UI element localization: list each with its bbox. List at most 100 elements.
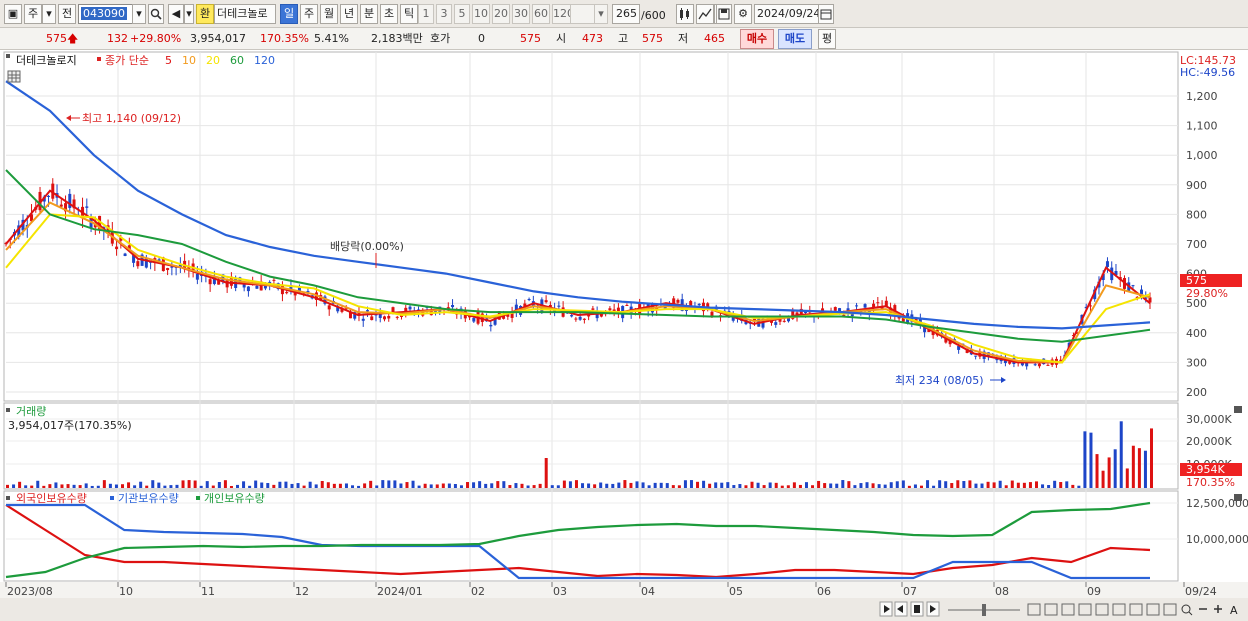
volume-bar: [696, 481, 700, 488]
interval-button-4[interactable]: 20: [492, 4, 510, 24]
x-axis-label: 03: [553, 585, 567, 598]
volume-bar: [750, 481, 754, 488]
ma-marker-icon: [97, 57, 101, 61]
individual-marker-icon: [196, 496, 200, 500]
period-button-4[interactable]: 분: [360, 4, 378, 24]
candle-body: [1037, 363, 1041, 367]
interval-button-6[interactable]: 60: [532, 4, 550, 24]
interval-button-3[interactable]: 10: [472, 4, 490, 24]
bottom-toolbar: [0, 598, 1248, 621]
x-axis-label: 09: [1087, 585, 1101, 598]
volume-bar: [732, 485, 736, 488]
candle-body: [272, 279, 276, 281]
holder-panel-frame: [3, 490, 1179, 582]
volume-bar: [1089, 432, 1093, 488]
candle-body: [365, 310, 369, 312]
stock-chart[interactable]: 1,2001,1001,000900800700600500400300200 …: [0, 50, 1248, 621]
volume-bar: [381, 480, 385, 488]
interval-button-2[interactable]: 5: [454, 4, 470, 24]
auto-scale-icon[interactable]: A: [1230, 604, 1238, 617]
volume-close-icon[interactable]: [1234, 406, 1242, 413]
volume-bar: [992, 482, 996, 488]
search-icon[interactable]: [148, 4, 164, 24]
volume-bar: [829, 483, 833, 488]
volume-bar: [1119, 421, 1123, 488]
volume-bar: [90, 485, 94, 488]
turnover-rate: 5.41%: [314, 32, 349, 45]
holder-close-icon[interactable]: [1234, 494, 1242, 501]
period-button-3[interactable]: 년: [340, 4, 358, 24]
volume-bar: [60, 484, 64, 488]
volume-bar: [520, 483, 524, 488]
quote-bar: 575 🡅 132 +29.80% 3,954,017 170.35% 5.41…: [0, 28, 1248, 50]
calendar-icon[interactable]: [818, 4, 834, 24]
volume-panel-value: 3,954,017주(170.35%): [8, 419, 132, 432]
volume-bar: [956, 480, 960, 488]
volume-bar: [314, 484, 318, 488]
window-icon[interactable]: ▣: [4, 4, 22, 24]
low-price: 465: [704, 32, 725, 45]
zoom-slider-handle[interactable]: [982, 604, 986, 616]
gear-icon[interactable]: ⚙: [734, 4, 752, 24]
volume-bar: [42, 485, 46, 488]
period-main-select[interactable]: 주: [24, 4, 42, 24]
x-axis-label: 08: [995, 585, 1009, 598]
save-icon[interactable]: [716, 4, 732, 24]
sound-icon[interactable]: ◀: [168, 4, 184, 24]
volume-bar: [932, 485, 936, 488]
sound-dropdown-icon[interactable]: ▾: [184, 4, 194, 24]
period-button-2[interactable]: 월: [320, 4, 338, 24]
draw-tool-icon[interactable]: [696, 4, 714, 24]
volume-bar: [550, 485, 554, 488]
volume-bar: [526, 485, 530, 488]
exchange-badge[interactable]: 환: [196, 4, 214, 24]
period-button-0[interactable]: 일: [280, 4, 298, 24]
interval-button-1[interactable]: 3: [436, 4, 452, 24]
interval-dropdown-icon[interactable]: ▾: [594, 4, 608, 24]
min-annotation: 최저 234 (08/05): [895, 374, 984, 387]
volume-bar: [338, 483, 342, 488]
volume-bar: [36, 480, 40, 488]
candle-body: [382, 316, 386, 320]
volume-bar: [393, 480, 397, 488]
sell-button[interactable]: 매도: [778, 29, 812, 49]
volume-bar: [859, 483, 863, 488]
volume-bar: [326, 482, 330, 488]
period-button-1[interactable]: 주: [300, 4, 318, 24]
volume-bar: [369, 480, 373, 488]
interval-button-7[interactable]: 120: [552, 4, 574, 24]
interval-button-5[interactable]: 30: [512, 4, 530, 24]
volume-bar: [1083, 431, 1087, 488]
prev-button[interactable]: 전: [58, 4, 76, 24]
volume-bar: [677, 485, 681, 488]
candle-body: [327, 305, 331, 310]
candle-body: [574, 318, 578, 320]
volume-bar: [453, 484, 457, 488]
page-count-input[interactable]: 265: [612, 4, 640, 24]
buy-button[interactable]: 매수: [740, 29, 774, 49]
volume-bar: [78, 485, 82, 488]
volume-bar: [66, 484, 70, 488]
candle-body: [285, 292, 289, 294]
volume-bar: [926, 480, 930, 488]
volume-bar: [689, 480, 693, 488]
period-button-6[interactable]: 틱: [400, 4, 418, 24]
candle-style-icon[interactable]: [676, 4, 694, 24]
volume-bar: [683, 480, 687, 488]
candle-body: [85, 206, 89, 208]
volume-bar: [1065, 481, 1069, 488]
period-button-5[interactable]: 초: [380, 4, 398, 24]
volume-bar: [853, 485, 857, 488]
evaluate-button[interactable]: 평: [818, 29, 836, 49]
volume-bar: [163, 485, 167, 488]
date-input[interactable]: 2024/09/24: [754, 4, 820, 24]
chevron-down-icon[interactable]: ▾: [42, 4, 56, 24]
code-dropdown-icon[interactable]: ▾: [132, 4, 146, 24]
dividend-annotation: 배당락(0.00%): [330, 240, 404, 253]
table-icon[interactable]: [7, 70, 21, 83]
volume-bar: [484, 483, 488, 488]
candle-body: [59, 204, 63, 207]
ma-legend-10: 10: [182, 54, 196, 67]
interval-button-0[interactable]: 1: [418, 4, 434, 24]
open-label: 시: [556, 32, 567, 45]
